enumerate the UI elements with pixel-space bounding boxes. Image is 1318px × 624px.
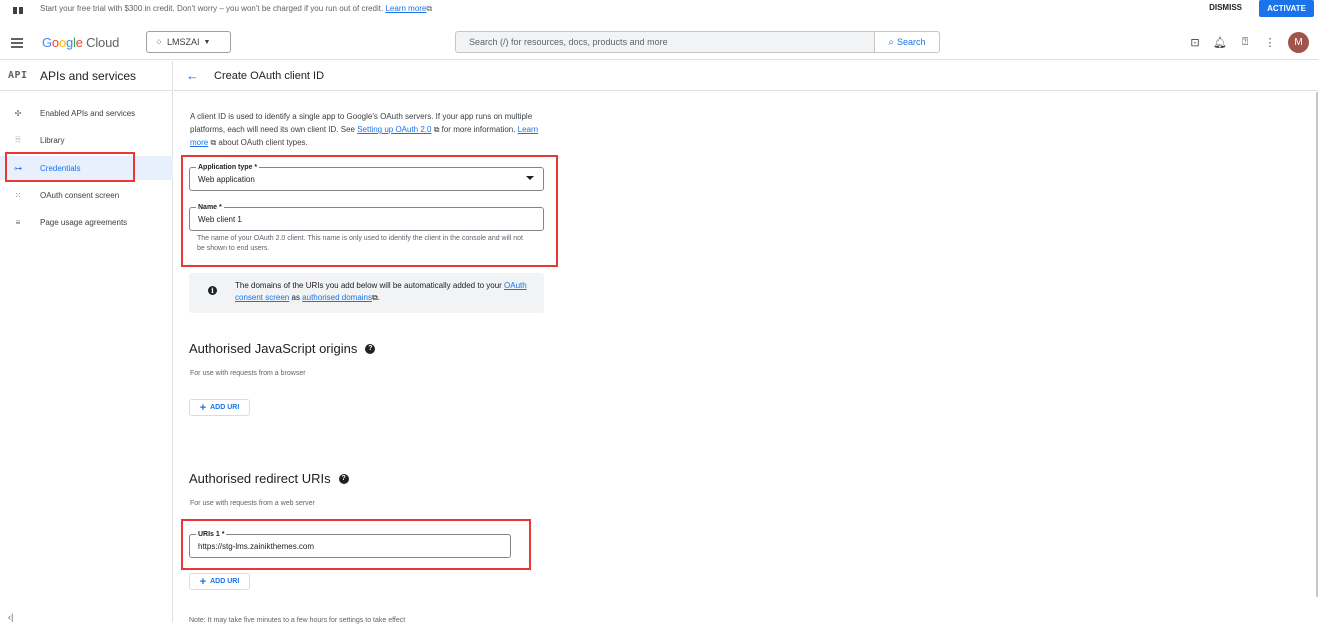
dropdown-arrow-icon: ▼ bbox=[203, 38, 211, 46]
credentials-highlight bbox=[5, 152, 135, 182]
external-link-icon: ⧉ bbox=[208, 138, 217, 147]
name-hint: The name of your OAuth 2.0 client. This … bbox=[197, 235, 523, 252]
sidebar-item-page-usage[interactable]: ≡ Page usage agreements bbox=[0, 210, 173, 234]
name-field[interactable]: Name * Web client 1 bbox=[189, 203, 544, 231]
menu-icon[interactable] bbox=[11, 38, 23, 48]
plus-icon: + bbox=[199, 401, 207, 414]
project-icon: ⁘ bbox=[155, 36, 163, 47]
name-label: Name * bbox=[196, 203, 224, 212]
project-picker[interactable]: ⁘ LMSZAI ▼ bbox=[146, 31, 231, 53]
setting-up-oauth-link[interactable]: Setting up OAuth 2.0 bbox=[357, 125, 431, 134]
settings-list-icon: ≡ bbox=[15, 217, 21, 227]
top-app-bar: Google Cloud ⁘ LMSZAI ▼ Search (/) for r… bbox=[0, 26, 1318, 60]
application-type-label: Application type * bbox=[196, 163, 260, 172]
help-icon[interactable]: ? bbox=[365, 343, 376, 354]
search-icon: ⌕ bbox=[888, 36, 895, 48]
page-header: ← Create OAuth client ID bbox=[174, 61, 1318, 91]
help-icon[interactable]: ? bbox=[338, 473, 349, 484]
authorised-domains-link[interactable]: authorised domains bbox=[302, 293, 372, 302]
library-icon: ⦙⦙⦙ bbox=[15, 135, 21, 144]
add-redirect-uri-button[interactable]: + ADD URI bbox=[189, 573, 250, 590]
js-origins-title: Authorised JavaScript origins bbox=[189, 341, 358, 356]
collapse-sidebar-icon[interactable]: ‹| bbox=[8, 612, 13, 622]
sidebar-header: API APIs and services bbox=[0, 61, 172, 91]
intro-text: A client ID is used to identify a single… bbox=[190, 112, 539, 147]
banner-text: Start your free trial with $300 in credi… bbox=[40, 4, 384, 13]
enabled-apis-icon: ✣ bbox=[14, 108, 22, 118]
search-input[interactable]: Search (/) for resources, docs, products… bbox=[469, 37, 874, 47]
plus-icon: + bbox=[199, 575, 207, 588]
trial-banner: Start your free trial with $300 in credi… bbox=[0, 0, 1318, 17]
avatar[interactable]: M bbox=[1288, 31, 1309, 53]
search-bar: Search (/) for resources, docs, products… bbox=[455, 31, 940, 53]
add-js-origin-button[interactable]: + ADD URI bbox=[189, 399, 250, 416]
project-name: LMSZAI bbox=[167, 37, 200, 47]
redirect-uri-field[interactable]: URIs 1 * https://stg-lms.zainikthemes.co… bbox=[189, 530, 511, 558]
activate-button[interactable]: ACTIVATE bbox=[1259, 0, 1314, 17]
application-type-value: Web application bbox=[198, 175, 255, 184]
toolbar-icons: ⊡ 🔔︎ ⍰ ⋮ M bbox=[1188, 31, 1309, 53]
info-icon: i bbox=[208, 286, 217, 295]
external-link-icon: ⧉ bbox=[426, 3, 433, 13]
google-cloud-logo[interactable]: Google Cloud bbox=[42, 35, 119, 50]
gift-icon bbox=[13, 3, 23, 14]
notice-text: The domains of the URIs you add below wi… bbox=[235, 281, 527, 302]
name-value: Web client 1 bbox=[198, 215, 242, 224]
dismiss-button[interactable]: DISMISS bbox=[1209, 3, 1242, 12]
domains-notice: i The domains of the URIs you add below … bbox=[189, 273, 544, 313]
sidebar-item-oauth-consent[interactable]: ⁙ OAuth consent screen bbox=[0, 183, 173, 207]
cloud-shell-icon[interactable]: ⊡ bbox=[1188, 36, 1202, 49]
sidebar: API APIs and services ✣ Enabled APIs and… bbox=[0, 61, 173, 622]
js-origins-section: Authorised JavaScript origins ? bbox=[189, 341, 376, 356]
sidebar-item-library[interactable]: ⦙⦙⦙ Library bbox=[0, 128, 173, 152]
sidebar-item-enabled-apis[interactable]: ✣ Enabled APIs and services bbox=[0, 101, 173, 125]
page-title: Create OAuth client ID bbox=[214, 69, 325, 82]
back-arrow-icon[interactable]: ← bbox=[186, 68, 199, 83]
redirect-uri-value: https://stg-lms.zainikthemes.com bbox=[198, 542, 315, 551]
consent-icon: ⁙ bbox=[14, 190, 22, 200]
redirect-uris-title: Authorised redirect URIs bbox=[189, 471, 331, 486]
banner-learn-more-link[interactable]: Learn more bbox=[385, 4, 426, 13]
footnote: Note: It may take five minutes to a few … bbox=[189, 617, 406, 624]
sidebar-title: APIs and services bbox=[40, 68, 137, 83]
redirect-uris-section: Authorised redirect URIs ? bbox=[189, 471, 349, 486]
api-badge: API bbox=[8, 70, 28, 81]
dropdown-arrow-icon bbox=[526, 176, 534, 180]
redirect-uri-label: URIs 1 * bbox=[196, 530, 227, 539]
help-icon[interactable]: ⍰ bbox=[1238, 36, 1252, 49]
js-origins-subtitle: For use with requests from a browser bbox=[190, 370, 306, 377]
application-type-select[interactable]: Application type * Web application bbox=[189, 163, 544, 191]
notifications-icon[interactable]: 🔔︎ bbox=[1213, 36, 1227, 49]
more-options-icon[interactable]: ⋮ bbox=[1263, 36, 1277, 49]
redirect-uris-subtitle: For use with requests from a web server bbox=[190, 500, 315, 507]
search-button[interactable]: ⌕ Search bbox=[874, 32, 939, 52]
